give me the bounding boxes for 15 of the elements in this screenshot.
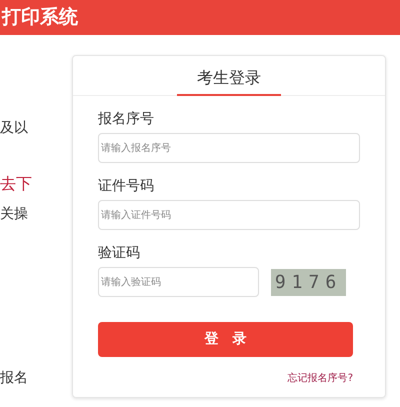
input-field[interactable]: 请输入报名序号 bbox=[98, 133, 360, 163]
intro-text: 报名 bbox=[0, 369, 29, 387]
intro-text: 关操 bbox=[0, 205, 29, 223]
field-label: 报名序号 bbox=[98, 110, 155, 129]
login-title: 考生登录 bbox=[177, 56, 281, 96]
intro-text: 及以 bbox=[0, 119, 29, 137]
system-title: 打印系统 bbox=[2, 5, 78, 30]
forgot-link[interactable]: 忘记报名序号? bbox=[288, 371, 353, 386]
intro-text: 去下 bbox=[0, 175, 33, 193]
field-label: 证件号码 bbox=[98, 177, 155, 196]
input-field[interactable]: 请输入证件号码 bbox=[98, 200, 360, 230]
input-field[interactable]: 请输入验证码 bbox=[98, 267, 259, 297]
captcha-image[interactable]: 9176 bbox=[271, 268, 346, 296]
login-button[interactable]: 登 录 bbox=[98, 322, 353, 357]
field-label: 验证码 bbox=[98, 244, 141, 263]
